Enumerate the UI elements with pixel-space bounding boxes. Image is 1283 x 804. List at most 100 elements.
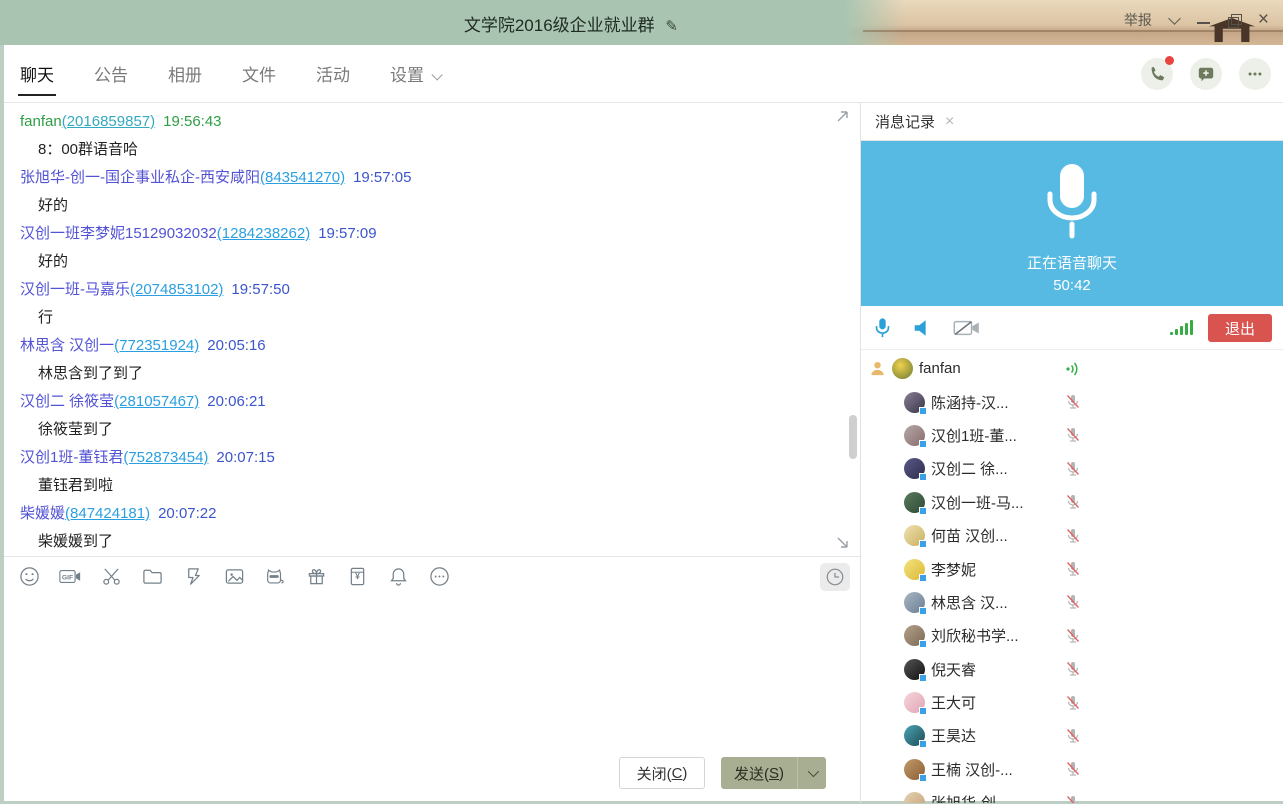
sender-uin-link[interactable]: (281057467) bbox=[114, 393, 199, 410]
tab-settings[interactable]: 设置 bbox=[388, 45, 441, 102]
voice-status-text: 正在语音聊天 bbox=[1027, 252, 1117, 273]
member-row[interactable]: fanfan bbox=[861, 352, 1283, 385]
mic-muted-icon[interactable] bbox=[1064, 760, 1082, 778]
member-row[interactable]: 王大可 bbox=[861, 686, 1283, 719]
mic-muted-icon[interactable] bbox=[1064, 627, 1082, 645]
send-image-button[interactable] bbox=[223, 566, 245, 588]
member-row[interactable]: 王楠 汉创-... bbox=[861, 753, 1283, 786]
member-name: 王大可 bbox=[931, 692, 976, 713]
mic-muted-icon[interactable] bbox=[1064, 560, 1082, 578]
mic-muted-icon[interactable] bbox=[1064, 593, 1082, 611]
voice-call-button[interactable] bbox=[1141, 58, 1173, 90]
window-shake-button[interactable] bbox=[182, 566, 204, 588]
meme-battle-button[interactable] bbox=[264, 566, 286, 588]
member-name: fanfan bbox=[919, 360, 961, 377]
message-history-button[interactable] bbox=[820, 563, 850, 591]
tab-album[interactable]: 相册 bbox=[166, 45, 204, 102]
member-row[interactable]: 汉创一班-马... bbox=[861, 486, 1283, 519]
mic-muted-icon[interactable] bbox=[1064, 393, 1082, 411]
member-row[interactable]: 张旭华-创- bbox=[861, 786, 1283, 803]
send-button[interactable]: 发送(S) bbox=[721, 757, 797, 789]
reminder-button[interactable] bbox=[387, 566, 409, 588]
send-file-button[interactable] bbox=[141, 566, 163, 588]
member-row[interactable]: 刘欣秘书学... bbox=[861, 619, 1283, 652]
gif-button[interactable]: GIF bbox=[59, 566, 81, 588]
more-actions-button[interactable] bbox=[1239, 58, 1271, 90]
tab-message-record[interactable]: 消息记录 bbox=[875, 111, 935, 132]
member-row[interactable]: 王昊达 bbox=[861, 719, 1283, 752]
message-text: 8：00群语音哈 bbox=[4, 136, 860, 164]
mic-toggle-icon[interactable] bbox=[873, 317, 892, 339]
member-row[interactable]: 李梦妮 bbox=[861, 552, 1283, 585]
chat-message: 柴媛媛(847424181)20:07:22 柴媛媛到了 bbox=[4, 500, 860, 556]
avatar bbox=[904, 525, 925, 546]
tab-activities[interactable]: 活动 bbox=[314, 45, 352, 102]
sender-uin-link[interactable]: (752873454) bbox=[123, 449, 208, 466]
member-row[interactable]: 何苗 汉创... bbox=[861, 519, 1283, 552]
mic-muted-icon[interactable] bbox=[1064, 794, 1082, 803]
sender-uin-link[interactable]: (847424181) bbox=[65, 505, 150, 522]
sender-uin-link[interactable]: (843541270) bbox=[260, 169, 345, 186]
mic-muted-icon[interactable] bbox=[1064, 426, 1082, 444]
chat-scrollbar[interactable] bbox=[849, 415, 857, 459]
mic-muted-icon[interactable] bbox=[1064, 527, 1082, 545]
send-options-button[interactable] bbox=[797, 757, 826, 789]
tab-chat[interactable]: 聊天 bbox=[18, 45, 56, 102]
member-row[interactable]: 陈涵持-汉... bbox=[861, 385, 1283, 418]
red-packet-button[interactable]: ¥ bbox=[346, 566, 368, 588]
bell-icon bbox=[388, 566, 409, 587]
speaker-toggle-icon[interactable] bbox=[912, 318, 932, 338]
avatar bbox=[904, 392, 925, 413]
mic-muted-icon[interactable] bbox=[1064, 694, 1082, 712]
gift-button[interactable] bbox=[305, 566, 327, 588]
more-tools-button[interactable] bbox=[428, 566, 450, 588]
mic-muted-icon[interactable] bbox=[1064, 660, 1082, 678]
record-tab-close-icon[interactable]: × bbox=[945, 113, 954, 131]
message-time: 20:05:16 bbox=[207, 337, 265, 354]
online-badge bbox=[919, 540, 927, 548]
member-row[interactable]: 倪天睿 bbox=[861, 653, 1283, 686]
skin-menu-chevron-icon[interactable] bbox=[1168, 12, 1181, 25]
sender-uin-link[interactable]: (2074853102) bbox=[130, 281, 223, 298]
member-row[interactable]: 汉创1班-董... bbox=[861, 419, 1283, 452]
edit-title-icon[interactable]: ✎ bbox=[665, 18, 678, 35]
avatar bbox=[892, 358, 913, 379]
close-chat-button[interactable]: 关闭(C) bbox=[619, 757, 705, 789]
online-badge bbox=[919, 507, 927, 515]
restore-button[interactable] bbox=[1228, 14, 1240, 26]
voice-member-list[interactable]: fanfan 陈涵持-汉... 汉创1班-董... bbox=[861, 350, 1283, 803]
mic-muted-icon[interactable] bbox=[1064, 493, 1082, 511]
sender-name: fanfan bbox=[20, 113, 62, 130]
tab-announcements[interactable]: 公告 bbox=[92, 45, 130, 102]
new-chat-button[interactable] bbox=[1190, 58, 1222, 90]
camera-off-icon[interactable] bbox=[952, 318, 982, 338]
sender-uin-link[interactable]: (772351924) bbox=[114, 337, 199, 354]
emoji-button[interactable] bbox=[18, 566, 40, 588]
message-history[interactable]: fanfan(2016859857)19:56:43 8：00群语音哈 张旭华-… bbox=[4, 103, 860, 556]
member-name: 何苗 汉创... bbox=[931, 525, 1008, 546]
sender-name: 汉创二 徐筱莹 bbox=[20, 393, 114, 410]
online-badge bbox=[919, 607, 927, 615]
expand-panel-icon[interactable] bbox=[834, 534, 852, 552]
exit-voice-button[interactable]: 退出 bbox=[1208, 314, 1272, 342]
close-window-button[interactable]: × bbox=[1258, 12, 1269, 28]
online-badge bbox=[919, 574, 927, 582]
member-name: 刘欣秘书学... bbox=[931, 625, 1019, 646]
member-name: 王昊达 bbox=[931, 725, 976, 746]
sender-uin-link[interactable]: (1284238262) bbox=[217, 225, 310, 242]
minimize-button[interactable] bbox=[1197, 22, 1210, 24]
online-badge bbox=[919, 473, 927, 481]
member-row[interactable]: 汉创二 徐... bbox=[861, 452, 1283, 485]
mic-muted-icon[interactable] bbox=[1064, 460, 1082, 478]
chat-message: 张旭华-创一-国企事业私企-西安咸阳(843541270)19:57:05 好的 bbox=[4, 164, 860, 220]
report-button[interactable]: 举报 bbox=[1124, 10, 1152, 30]
sender-uin-link[interactable]: (2016859857) bbox=[62, 113, 155, 130]
message-input-area[interactable] bbox=[4, 596, 860, 757]
avatar bbox=[904, 725, 925, 746]
member-row[interactable]: 林思含 汉... bbox=[861, 586, 1283, 619]
collapse-panel-icon[interactable] bbox=[834, 107, 852, 125]
tab-files[interactable]: 文件 bbox=[240, 45, 278, 102]
screenshot-button[interactable] bbox=[100, 566, 122, 588]
signal-strength-icon bbox=[1170, 320, 1193, 335]
mic-muted-icon[interactable] bbox=[1064, 727, 1082, 745]
